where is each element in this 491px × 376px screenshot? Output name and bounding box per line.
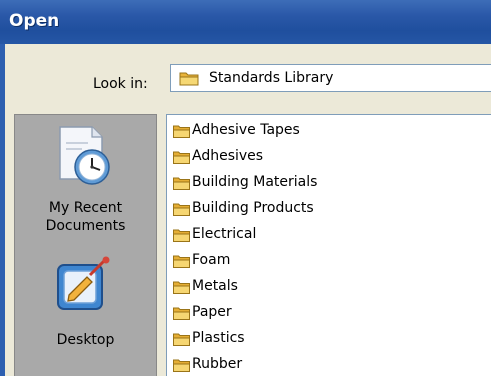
file-name: Adhesives	[192, 148, 264, 164]
title-bar[interactable]: Open	[0, 0, 491, 45]
folder-icon	[173, 125, 190, 138]
open-dialog: Look in: Standards Library My Recent Doc…	[5, 44, 491, 376]
desktop-icon	[57, 256, 110, 310]
folder-icon	[173, 333, 190, 346]
window-title: Open	[9, 11, 60, 31]
file-name: Rubber	[192, 356, 243, 372]
places-bar: My Recent Documents Desktop	[14, 114, 157, 376]
folder-icon	[173, 151, 190, 164]
places-item-label: My Recent Documents	[14, 199, 157, 235]
folder-icon	[173, 281, 190, 294]
recent-label-line: My Recent Documents	[45, 200, 126, 234]
file-name: Building Materials	[192, 174, 318, 190]
look-in-dropdown[interactable]: Standards Library	[170, 64, 491, 92]
file-name: Electrical	[192, 226, 257, 242]
places-item-desktop[interactable]: Desktop	[15, 245, 156, 375]
file-name: Foam	[192, 252, 231, 268]
places-item-my-recent-documents[interactable]: My Recent Documents	[15, 115, 156, 241]
look-in-value: Standards Library	[209, 70, 334, 86]
file-name: Plastics	[192, 330, 245, 346]
folder-icon	[173, 177, 190, 190]
folder-icon	[173, 359, 190, 372]
file-list[interactable]: Adhesive Tapes Adhesives Building Material…	[166, 114, 491, 376]
file-name: Building Products	[192, 200, 314, 216]
look-in-label: Look in:	[93, 76, 148, 92]
file-name: Adhesive Tapes	[192, 122, 300, 138]
folder-icon	[173, 203, 190, 216]
file-name: Metals	[192, 278, 238, 294]
folder-icon	[173, 255, 190, 268]
recent-documents-icon	[59, 126, 110, 185]
folder-icon	[179, 72, 199, 86]
folder-icon	[173, 307, 190, 320]
file-name: Paper	[192, 304, 232, 320]
places-item-label: Desktop	[56, 332, 115, 348]
folder-icon	[173, 229, 190, 242]
